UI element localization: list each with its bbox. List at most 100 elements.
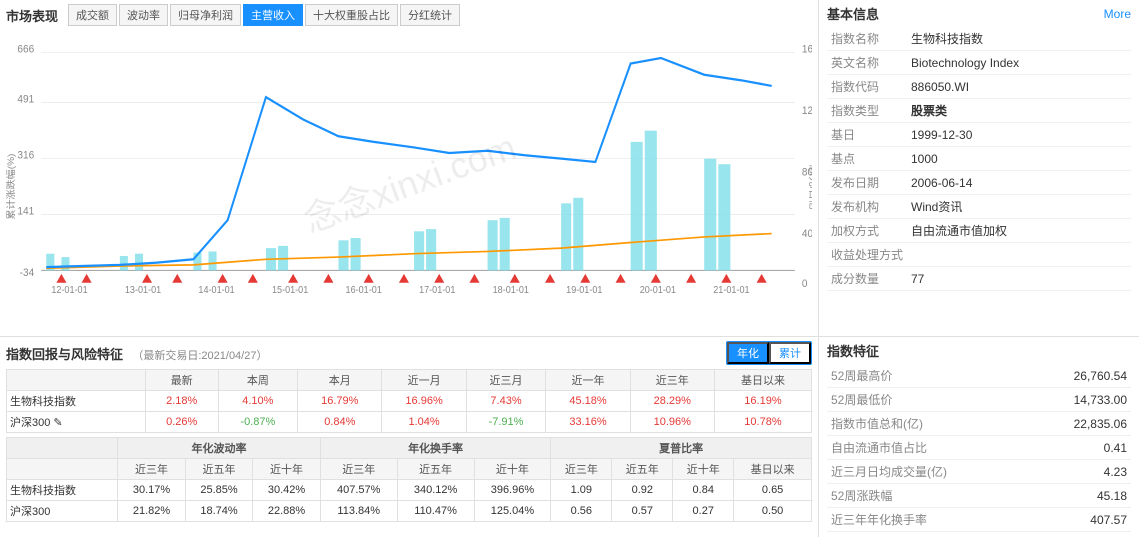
feature-row-low: 52周最低价 14,733.00 [827,388,1131,412]
bio-sharpe-5y: 0.92 [612,480,673,501]
bio-sharpe-base: 0.65 [734,480,812,501]
sub-sharpe-3y: 近三年 [551,459,612,480]
info-panel-header: 基本信息 More [827,4,1131,23]
feature-label-52wchange: 52周涨跌幅 [827,484,957,508]
hs-vol-5y: 18.74% [185,501,253,522]
svg-text:491: 491 [17,93,34,106]
info-value-weight: 自由流通市值加权 [907,219,1131,243]
bio-vol-5y: 25.85% [185,480,253,501]
bio-turn-10y: 396.96% [474,480,551,501]
market-panel: 市场表现 成交额 波动率 归母净利润 主营收入 十大权重股占比 分红统计 念念x… [0,0,819,336]
svg-text:13-01-01: 13-01-01 [125,284,161,296]
info-value-publisher: Wind资讯 [907,195,1131,219]
sub-label-biotech: 生物科技指数 [7,480,118,501]
hs300-base: 10.78% [714,412,811,433]
sub-row-hs300: 沪深300 21.82% 18.74% 22.88% 113.84% 110.4… [7,501,812,522]
return-panel: 指数回报与风险特征 （最新交易日:2021/04/27） 年化 累计 最新 本周… [0,337,819,537]
info-panel-title: 基本信息 [827,4,879,23]
feature-label-low: 52周最低价 [827,388,957,412]
feature-row-high: 52周最高价 26,760.54 [827,364,1131,388]
tab-zhuyingshouru[interactable]: 主营收入 [243,4,303,26]
svg-text:17-01-01: 17-01-01 [419,284,455,296]
feature-row-52wchange: 52周涨跌幅 45.18 [827,484,1131,508]
return-main-table: 最新 本周 本月 近一月 近三月 近一年 近三年 基日以来 生物科技指数 2.1… [6,369,812,433]
sub-period-empty [7,459,118,480]
info-label-code: 指数代码 [827,75,907,99]
svg-text:666: 666 [17,43,34,56]
info-label-basepoint: 基点 [827,147,907,171]
feature-label-high: 52周最高价 [827,364,957,388]
toggle-annualized[interactable]: 年化 [727,342,769,364]
info-row-code: 指数代码 886050.WI [827,75,1131,99]
col-header-base: 基日以来 [714,370,811,391]
tab-fenghongtongji[interactable]: 分红统计 [400,4,460,26]
sub-sharpe-base: 基日以来 [734,459,812,480]
info-label-count: 成分数量 [827,267,907,291]
info-label-publisher: 发布机构 [827,195,907,219]
info-label-return: 收益处理方式 [827,243,907,267]
svg-text:14-01-01: 14-01-01 [198,284,234,296]
bio-sharpe-3y: 1.09 [551,480,612,501]
toggle-group: 年化 累计 [726,341,812,365]
biotech-week: 4.10% [218,391,298,412]
return-panel-subtitle: （最新交易日:2021/04/27） [132,350,267,362]
feature-panel-title: 指数特征 [827,341,1131,360]
info-label-type: 指数类型 [827,99,907,123]
info-value-releasedate: 2006-06-14 [907,171,1131,195]
col-header-month: 本月 [298,370,382,391]
hs-vol-10y: 22.88% [253,501,321,522]
info-value-enname: Biotechnology Index [907,51,1131,75]
biotech-3m: 7.43% [466,391,546,412]
svg-text:-34: -34 [20,267,35,280]
tab-chengjiaoe[interactable]: 成交额 [68,4,117,26]
biotech-latest: 2.18% [145,391,218,412]
tab-shidazhanbi[interactable]: 十大权重股占比 [305,4,398,26]
sub-header-period-row: 近三年 近五年 近十年 近三年 近五年 近十年 近三年 近五年 近十年 基日以来 [7,459,812,480]
feature-value-52wchange: 45.18 [957,484,1131,508]
info-value-basepoint: 1000 [907,147,1131,171]
feature-row-turnover3y: 近三年年化换手率 407.57 [827,508,1131,532]
feature-value-turnover3y: 407.57 [957,508,1131,532]
return-panel-header: 指数回报与风险特征 （最新交易日:2021/04/27） 年化 累计 [6,341,812,365]
return-row-biotech: 生物科技指数 2.18% 4.10% 16.79% 16.96% 7.43% 4… [7,391,812,412]
svg-text:累计涨跌幅(%): 累计涨跌幅(%) [6,154,17,220]
chart-area: 念念xinxi.com 666 491 316 141 -34 累计涨跌幅(%)… [6,30,812,332]
tab-bodonglv[interactable]: 波动率 [119,4,168,26]
biotech-1y: 45.18% [546,391,630,412]
biotech-month: 16.79% [298,391,382,412]
info-label-basedate: 基日 [827,123,907,147]
bottom-row: 指数回报与风险特征 （最新交易日:2021/04/27） 年化 累计 最新 本周… [0,337,1139,537]
info-label-indexname: 指数名称 [827,27,907,51]
hs300-week: -0.87% [218,412,298,433]
col-header-1y: 近一年 [546,370,630,391]
return-header-row: 最新 本周 本月 近一月 近三月 近一年 近三年 基日以来 [7,370,812,391]
feature-label-marketcap: 指数市值总和(亿) [827,412,957,436]
tab-guimulirun[interactable]: 归母净利润 [170,4,241,26]
info-row-releasedate: 发布日期 2006-06-14 [827,171,1131,195]
sub-turn-3y: 近三年 [320,459,397,480]
info-row-type: 指数类型 股票类 [827,99,1131,123]
sub-turn-5y: 近五年 [397,459,474,480]
sub-col-turnover-header: 年化换手率 [320,438,551,459]
info-row-basepoint: 基点 1000 [827,147,1131,171]
col-header-1m: 近一月 [382,370,466,391]
more-link[interactable]: More [1104,7,1131,21]
toggle-cumulative[interactable]: 累计 [769,342,811,364]
hs300-1m: 1.04% [382,412,466,433]
sub-col-empty [7,438,118,459]
svg-text:20-01-01: 20-01-01 [640,284,676,296]
hs-vol-3y: 21.82% [118,501,186,522]
info-table: 指数名称 生物科技指数 英文名称 Biotechnology Index 指数代… [827,27,1131,291]
feature-row-freefloat: 自由流通市值占比 0.41 [827,436,1131,460]
info-row-count: 成分数量 77 [827,267,1131,291]
hs300-3y: 10.96% [630,412,714,433]
info-value-indexname: 生物科技指数 [907,27,1131,51]
svg-text:1200: 1200 [802,104,812,117]
sub-col-sharpe-header: 夏普比率 [551,438,812,459]
sub-vol-10y: 近十年 [253,459,321,480]
feature-value-avgvol: 4.23 [957,460,1131,484]
feature-label-freefloat: 自由流通市值占比 [827,436,957,460]
hs300-3m: -7.91% [466,412,546,433]
svg-text:0: 0 [802,278,808,291]
svg-text:21-01-01: 21-01-01 [713,284,749,296]
